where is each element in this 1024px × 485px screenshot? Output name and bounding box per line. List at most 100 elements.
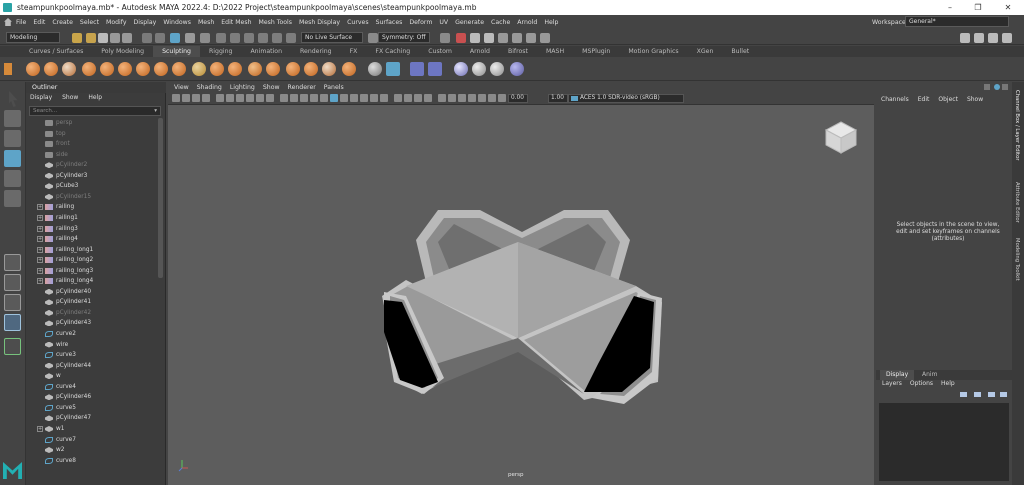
outliner-item[interactable]: wire [26, 340, 156, 350]
viewport-menu-lighting[interactable]: Lighting [230, 84, 255, 91]
history-icon[interactable] [440, 33, 450, 43]
outliner-item[interactable]: + railing_long1 [26, 245, 156, 255]
snap-surface-icon[interactable] [272, 33, 282, 43]
blend-shape-icon[interactable] [490, 62, 504, 76]
select-object-icon[interactable] [155, 33, 165, 43]
viewport-menu-shading[interactable]: Shading [197, 84, 222, 91]
screen-space-ao-icon[interactable] [350, 94, 358, 102]
modeling-toolkit-icon[interactable] [960, 33, 970, 43]
outliner-item[interactable]: pCylinder40 [26, 287, 156, 297]
playblast-icon[interactable] [468, 94, 476, 102]
new-layer-icon[interactable] [960, 392, 967, 397]
colorspace-dropdown[interactable]: ACES 1.0 SDR-video (sRGB) [568, 94, 684, 103]
attribute-editor-side-tab[interactable]: Attribute Editor [1014, 182, 1020, 223]
symmetry-dropdown[interactable]: Symmetry: Off [378, 32, 430, 43]
shadows-icon[interactable] [340, 94, 348, 102]
use-all-lights-icon[interactable] [330, 94, 338, 102]
xray-icon[interactable] [310, 94, 318, 102]
outliner-item[interactable]: + railing1 [26, 213, 156, 223]
modeling-toolkit-side-tab[interactable]: Modeling Toolkit [1014, 238, 1020, 281]
smooth-shade-icon[interactable] [290, 94, 298, 102]
outliner-item[interactable]: pCylinder43 [26, 318, 156, 328]
3d-paint-icon[interactable] [428, 62, 442, 76]
channel-box-options-icon[interactable] [1002, 84, 1008, 90]
channel-box-filter-icon[interactable] [984, 84, 990, 90]
xray-joints-icon[interactable] [404, 94, 412, 102]
viewcube[interactable] [824, 120, 858, 154]
save-scene-icon[interactable] [98, 33, 108, 43]
fill-tool-icon[interactable] [248, 62, 262, 76]
outliner-item[interactable]: + w1 [26, 424, 156, 434]
expand-icon[interactable]: + [37, 214, 43, 221]
search-icon[interactable] [4, 338, 21, 355]
tool-settings-icon[interactable] [988, 33, 998, 43]
outliner-menu-help[interactable]: Help [88, 94, 102, 104]
shelf-tab-mash[interactable]: MASH [537, 46, 573, 57]
anti-aliasing-icon[interactable] [370, 94, 378, 102]
channel-box-sync-icon[interactable] [994, 84, 1000, 90]
workspace-dropdown[interactable]: General* [905, 16, 1009, 27]
outliner-item[interactable]: + railing4 [26, 234, 156, 244]
outliner-layout-icon[interactable] [4, 314, 21, 331]
frame-selected-icon[interactable] [458, 94, 466, 102]
exposure-icon[interactable] [498, 94, 506, 102]
expand-icon[interactable]: + [37, 204, 43, 211]
menu-item-mesh[interactable]: Mesh [198, 19, 214, 26]
shelf-tab-msplugin[interactable]: MSPlugin [573, 46, 619, 57]
menu-item-display[interactable]: Display [134, 19, 157, 26]
texture-deformer-icon[interactable] [510, 62, 524, 76]
symmetry-icon[interactable] [368, 33, 378, 43]
outliner-search-field[interactable]: Search... ▾ [29, 106, 161, 116]
channel-box-menu-show[interactable]: Show [967, 96, 983, 106]
shelf-tab-arnold[interactable]: Arnold [461, 46, 499, 57]
smooth-tool-icon[interactable] [44, 62, 58, 76]
menu-item-help[interactable]: Help [544, 19, 558, 26]
outliner-item[interactable]: pCylinder15 [26, 192, 156, 202]
snap-live-icon[interactable] [286, 33, 296, 43]
maximize-button[interactable]: ❐ [964, 0, 992, 15]
viewport-panel[interactable]: persp [168, 82, 874, 485]
ipr-render-icon[interactable] [470, 33, 480, 43]
channel-box-menu-channels[interactable]: Channels [881, 96, 909, 106]
live-surface-dropdown[interactable]: No Live Surface [301, 32, 363, 43]
hud-icon[interactable] [424, 94, 432, 102]
expand-icon[interactable]: + [37, 425, 43, 432]
expand-icon[interactable]: + [37, 267, 43, 274]
foamy-tool-icon[interactable] [136, 62, 150, 76]
select-vertex-icon[interactable] [185, 33, 195, 43]
mirror-icon[interactable] [472, 62, 486, 76]
select-camera-icon[interactable] [172, 94, 180, 102]
outliner-item[interactable]: + railing_long3 [26, 266, 156, 276]
lasso-tool-icon[interactable] [4, 110, 21, 127]
shelf-tab-motion-graphics[interactable]: Motion Graphics [619, 46, 687, 57]
knife-tool-icon[interactable] [266, 62, 280, 76]
menu-item-windows[interactable]: Windows [163, 19, 191, 26]
menu-item-create[interactable]: Create [52, 19, 73, 26]
stereo-icon[interactable] [478, 94, 486, 102]
steampunk-pipe-cross[interactable] [382, 210, 662, 404]
outliner-item[interactable]: + railing [26, 202, 156, 212]
outliner-item[interactable]: curve8 [26, 456, 156, 466]
shelf-tab-animation[interactable]: Animation [241, 46, 291, 57]
viewport-menu-view[interactable]: View [174, 84, 189, 91]
maya-home-icon[interactable] [3, 462, 22, 479]
expand-icon[interactable]: + [37, 278, 43, 285]
outliner-item[interactable]: pCylinder2 [26, 160, 156, 170]
smear-tool-icon[interactable] [286, 62, 300, 76]
outliner-item[interactable]: curve3 [26, 350, 156, 360]
menu-item-generate[interactable]: Generate [455, 19, 484, 26]
menu-item-curves[interactable]: Curves [347, 19, 368, 26]
field-chart-icon[interactable] [256, 94, 264, 102]
shelf-tab-sculpting[interactable]: Sculpting [153, 46, 200, 57]
color-management-icon[interactable] [571, 96, 578, 101]
layer-editor-menu-help[interactable]: Help [941, 380, 955, 390]
scale-tool-icon[interactable] [4, 190, 21, 207]
layer-list[interactable] [879, 403, 1009, 481]
expand-icon[interactable]: + [37, 236, 43, 243]
shelf-tab-poly-modeling[interactable]: Poly Modeling [92, 46, 153, 57]
pause-icon[interactable] [488, 94, 496, 102]
expand-icon[interactable]: + [37, 246, 43, 253]
outliner-title[interactable]: Outliner [32, 84, 57, 91]
move-layer-down-icon[interactable] [1000, 392, 1007, 397]
xray-active-icon[interactable] [414, 94, 422, 102]
